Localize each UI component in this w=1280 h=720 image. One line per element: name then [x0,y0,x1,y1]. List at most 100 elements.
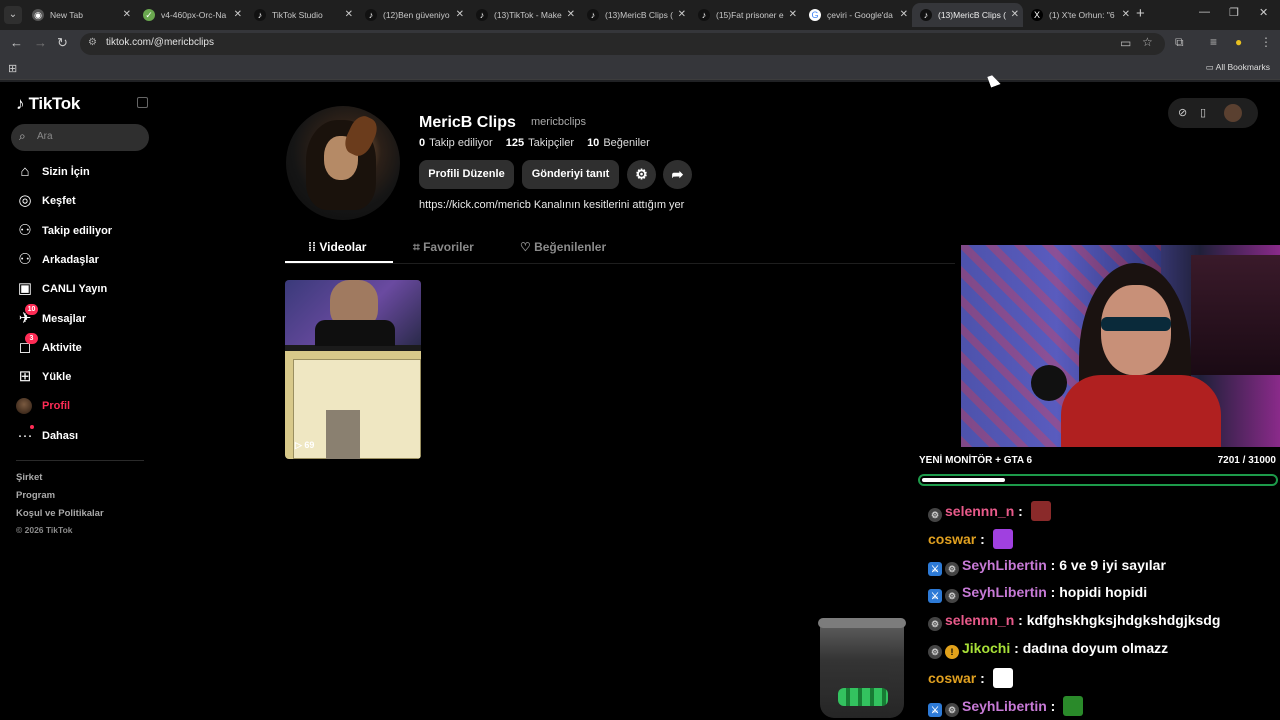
sidebar-item[interactable]: Profil [16,396,146,418]
edit-profile-button[interactable]: Profili Düzenle [419,160,514,189]
search-input[interactable]: ⌕ Ara [11,124,149,151]
close-tab-icon[interactable]: ✕ [567,3,575,27]
sidebar-item[interactable]: ◎ Keşfet [16,191,146,213]
followers-label[interactable]: Takipçiler [528,137,574,149]
profile-avatar-icon [16,397,34,415]
following-label[interactable]: Takip ediliyor [429,137,493,149]
close-tab-icon[interactable]: ✕ [1122,3,1130,27]
footer-link[interactable]: Program [16,490,55,501]
gear-badge-icon: ⚙ [945,589,959,604]
close-tab-icon[interactable]: ✕ [456,3,464,27]
browser-tab[interactable]: ♪ (15)Fat prisoner e ✕ [690,3,801,27]
browser-tab[interactable]: ♪ (13)MericB Clips (✕ [579,3,690,27]
tab-liked[interactable]: ♡ Beğenilenler [520,240,606,264]
tab-title: (1) X'te Orhun: "6 [1049,10,1115,20]
gear-badge-icon: ⚙ [928,617,942,632]
profile-display-name: MericB Clips [419,114,516,131]
back-icon[interactable]: ← [10,35,23,50]
tab-search-button[interactable]: ⌄ [4,6,22,24]
chat-username: SeyhLibertin [962,584,1047,601]
notification-badge: 3 [25,332,38,344]
coins-icon[interactable]: ⊘ [1178,106,1187,119]
reload-icon[interactable]: ↻ [57,35,68,51]
menu-icon[interactable]: ⋮ [1260,35,1272,49]
apps-icon[interactable]: ⊞ [8,62,17,75]
maximize-button[interactable]: ❐ [1229,6,1239,19]
chat-text: kdfghskhgksjhdgkshdgjksdg [1026,612,1221,629]
chat-message: ⚔ ⚙ SeyhLibertin : hopidi hopidi [928,584,1147,606]
goal-title: YENİ MONİTÖR + GTA 6 [919,455,1033,466]
chat-colon: : [1046,584,1060,601]
sidebar-item-label: Yükle [42,371,72,384]
close-tab-icon[interactable]: ✕ [1011,3,1019,27]
sidebar-item-label: Dahası [42,429,79,442]
followers-count[interactable]: 125 [506,137,524,149]
sidebar-item[interactable]: ▣ CANLI Yayın [16,279,146,301]
bookmarks-bar: ⊞ ▭ All Bookmarks [0,56,1280,80]
extensions-icon[interactable]: ⧉ [1175,35,1184,50]
sidebar-item[interactable]: ⌂ Sizin İçin [16,162,146,184]
tiktok-logo[interactable]: ♪ TikTok [16,94,80,114]
notification-badge: 10 [25,303,38,315]
webcam-shelf [1191,255,1280,375]
settings-icon[interactable]: ⚙ [627,160,656,189]
video-thumbnail[interactable]: ▷ 69 [285,280,421,459]
chat-username: Jikochi [962,640,1011,656]
chat-colon: : [1046,697,1060,714]
tiktok-icon: ♪ [254,9,266,21]
tab-favorites[interactable]: ⌗ Favoriler [413,240,474,264]
device-icon[interactable]: ▯ [1200,106,1206,119]
browser-tab[interactable]: ♪ (12)Ben güveniyo ✕ [357,3,468,27]
browser-tab[interactable]: ♪ TikTok Studio ✕ [246,3,357,27]
goal-progress-bar [918,474,1278,486]
upload-icon: ⊞ [18,368,32,386]
close-tab-icon[interactable]: ✕ [234,3,242,27]
share-icon[interactable]: ➦ [663,160,692,189]
browser-tab[interactable]: ♪ (13)TikTok - Make ✕ [468,3,579,27]
close-tab-icon[interactable]: ✕ [678,3,686,27]
close-tab-icon[interactable]: ✕ [789,3,797,27]
thumbnail-top-frame [285,280,421,346]
browser-tab[interactable]: ✓ v4-460px-Orc-Na ✕ [135,3,246,27]
bookmark-star-icon[interactable]: ☆ [1142,35,1153,49]
promote-post-button[interactable]: Gönderiyi tanıt [522,160,619,189]
sidebar-item[interactable]: ◻ 3 Aktivite [16,332,146,360]
tiktok-icon: ♪ [920,9,932,21]
sidebar-item[interactable]: ⚇ Takip ediliyor [16,221,146,243]
browser-tab[interactable]: Gçeviri - Google'da ✕ [801,3,912,27]
browser-tab[interactable]: X (1) X'te Orhun: "6 ✕ [1023,3,1134,27]
all-bookmarks-button[interactable]: ▭ All Bookmarks [1206,62,1270,73]
footer-link[interactable]: Koşul ve Politikalar [16,508,104,519]
footer-link[interactable]: Şirket [16,472,42,483]
following-count[interactable]: 0 [419,137,425,149]
user-avatar-icon[interactable] [1224,104,1242,122]
close-window-button[interactable]: ✕ [1259,6,1268,19]
chat-message: ⚔ ⚙ SeyhLibertin : [928,695,1084,718]
close-tab-icon[interactable]: ✕ [900,3,908,27]
sidebar-item[interactable]: ⊞ Yükle [16,367,146,389]
profile-icon[interactable]: ● [1235,35,1242,49]
view-count: ▷ 69 [295,440,315,450]
collapse-sidebar-icon[interactable] [137,97,148,108]
sidebar-item[interactable]: ✈ 10 Mesajlar [16,303,146,331]
browser-tab[interactable]: ♪ (13)MericB Clips (✕ [912,3,1023,27]
profile-avatar[interactable] [286,106,400,220]
copyright: © 2026 TikTok [16,525,73,535]
tab-title: (13)MericB Clips ( [605,10,674,20]
tip-jar [818,618,906,718]
tab-title: çeviri - Google'da [827,10,893,20]
forward-icon[interactable]: → [34,35,47,50]
new-tab-button[interactable]: + [1136,5,1145,22]
tiktok-icon: ♪ [698,9,710,21]
address-bar[interactable]: ⚙ tiktok.com/@mericbclips ▭ ☆ [80,33,1165,55]
sidebar-item-label: Arkadaşlar [42,253,99,266]
sidebar-item[interactable]: ··· Dahası [16,424,146,448]
media-icon[interactable]: ≡ [1210,35,1217,49]
close-tab-icon[interactable]: ✕ [123,3,131,27]
sidebar-item[interactable]: ⚇ Arkadaşlar [16,250,146,272]
browser-tab[interactable]: ◉ New Tab ✕ [24,3,135,27]
close-tab-icon[interactable]: ✕ [345,3,353,27]
site-info-icon[interactable]: ⚙ [88,37,97,48]
install-icon[interactable]: ▭ [1120,36,1131,50]
minimize-button[interactable]: — [1199,6,1210,18]
